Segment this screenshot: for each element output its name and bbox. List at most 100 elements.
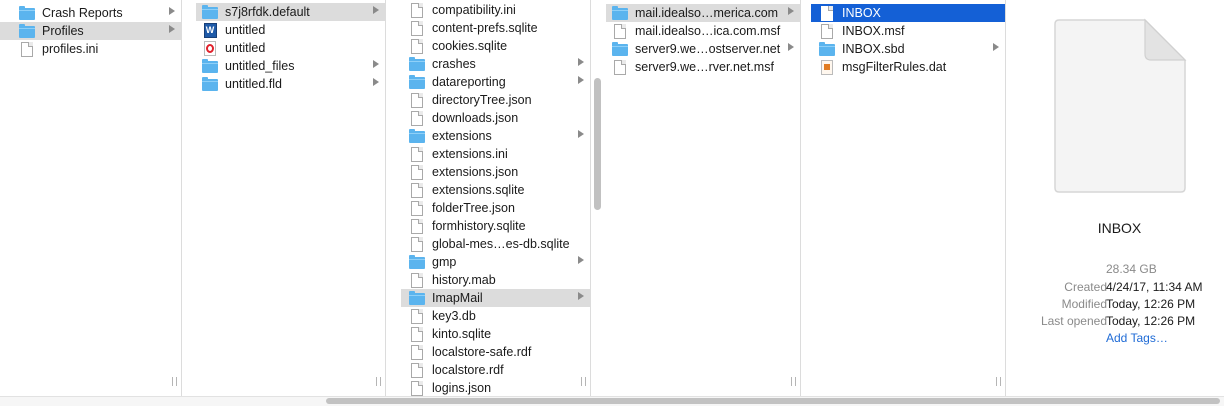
file-name: logins.json [432,381,492,395]
file-row[interactable]: INBOX.msf [811,22,1005,40]
file-row[interactable]: key3.db [401,307,590,325]
file-name: untitled_files [225,59,295,73]
file-row[interactable]: gmp [401,253,590,271]
folder-icon [202,76,218,92]
document-icon [409,272,425,288]
file-row[interactable]: extensions.json [401,163,590,181]
file-row[interactable]: extensions.ini [401,145,590,163]
document-icon [409,218,425,234]
folder-icon [19,23,35,39]
file-row[interactable]: folderTree.json [401,199,590,217]
chevron-right-icon [788,7,794,15]
folder-icon [409,254,425,270]
column-3-vertical-scrollbar[interactable] [594,78,601,210]
file-row[interactable]: kinto.sqlite [401,325,590,343]
file-row[interactable]: INBOX.sbd [811,40,1005,58]
document-icon [409,110,425,126]
chevron-right-icon [578,76,584,84]
created-value: 4/24/17, 11:34 AM [1106,280,1203,294]
file-name: key3.db [432,309,476,323]
file-row[interactable]: localstore-safe.rdf [401,343,590,361]
file-row[interactable]: datareporting [401,73,590,91]
file-row[interactable]: untitled [196,39,385,57]
file-name: mail.idealso…merica.com [635,6,779,20]
chevron-right-icon [788,43,794,51]
column-1: Crash Reports Profiles profiles.ini [0,0,182,396]
file-row[interactable]: Crash Reports [0,4,181,22]
column-resize-handle[interactable] [791,377,796,386]
chevron-right-icon [578,256,584,264]
file-name: msgFilterRules.dat [842,60,947,74]
file-row[interactable]: logins.json [401,379,590,396]
file-row[interactable]: Wuntitled [196,21,385,39]
document-icon [409,200,425,216]
file-row[interactable]: INBOX [811,4,1005,22]
add-tags-link[interactable]: Add Tags… [1106,331,1168,345]
file-row[interactable]: s7j8rfdk.default [196,3,385,21]
modified-value: Today, 12:26 PM [1106,297,1196,311]
document-icon [409,380,425,396]
file-row[interactable]: untitled.fld [196,75,385,93]
column-resize-handle[interactable] [996,377,1001,386]
chevron-right-icon [578,130,584,138]
file-row[interactable]: extensions.sqlite [401,181,590,199]
file-name: server9.we…ostserver.net [635,42,781,56]
folder-icon [202,58,218,74]
file-name: kinto.sqlite [432,327,492,341]
word-document-icon: W [202,22,218,38]
document-icon [409,362,425,378]
file-name: content-prefs.sqlite [432,21,538,35]
document-icon [409,182,425,198]
file-row[interactable]: crashes [401,55,590,73]
chevron-right-icon [373,6,379,14]
file-row[interactable]: msgFilterRules.dat [811,58,1005,76]
file-name: localstore.rdf [432,363,504,377]
document-icon [612,23,628,39]
file-row[interactable]: formhistory.sqlite [401,217,590,235]
file-row[interactable]: server9.we…rver.net.msf [606,58,800,76]
file-name: datareporting [432,75,506,89]
file-row[interactable]: cookies.sqlite [401,37,590,55]
file-name: extensions [432,129,492,143]
file-name: extensions.sqlite [432,183,525,197]
file-row[interactable]: content-prefs.sqlite [401,19,590,37]
last-opened-value: Today, 12:26 PM [1106,314,1196,328]
document-icon [612,59,628,75]
file-name: formhistory.sqlite [432,219,526,233]
file-name: ImapMail [432,291,483,305]
folder-icon [612,41,628,57]
file-row[interactable]: Profiles [0,22,181,40]
file-row[interactable]: extensions [401,127,590,145]
file-name: untitled [225,23,266,37]
file-row[interactable]: ImapMail [401,289,590,307]
file-name: downloads.json [432,111,519,125]
file-row[interactable]: localstore.rdf [401,361,590,379]
file-name: localstore-safe.rdf [432,345,532,359]
document-icon [409,92,425,108]
file-row[interactable]: mail.idealso…ica.com.msf [606,22,800,40]
file-row[interactable]: server9.we…ostserver.net [606,40,800,58]
file-row[interactable]: directoryTree.json [401,91,590,109]
chevron-right-icon [578,292,584,300]
file-row[interactable]: mail.idealso…merica.com [606,4,800,22]
file-name: gmp [432,255,457,269]
preview-size: 28.34 GB [1106,262,1157,276]
chevron-right-icon [373,60,379,68]
folder-icon [19,5,35,21]
column-resize-handle[interactable] [376,377,381,386]
document-preview-icon [1054,18,1187,193]
file-row[interactable]: compatibility.ini [401,1,590,19]
column-resize-handle[interactable] [172,377,177,386]
chevron-right-icon [169,7,175,15]
file-name: history.mab [432,273,496,287]
file-row[interactable]: history.mab [401,271,590,289]
file-row[interactable]: untitled_files [196,57,385,75]
file-row[interactable]: profiles.ini [0,40,181,58]
preview-pane: INBOX 28.34 GB Created 4/24/17, 11:34 AM… [1015,0,1224,396]
file-row[interactable]: downloads.json [401,109,590,127]
file-name: cookies.sqlite [432,39,508,53]
file-name: mail.idealso…ica.com.msf [635,24,781,38]
horizontal-scrollbar[interactable] [326,398,1220,404]
file-row[interactable]: global-mes…es-db.sqlite [401,235,590,253]
file-name: compatibility.ini [432,3,516,17]
